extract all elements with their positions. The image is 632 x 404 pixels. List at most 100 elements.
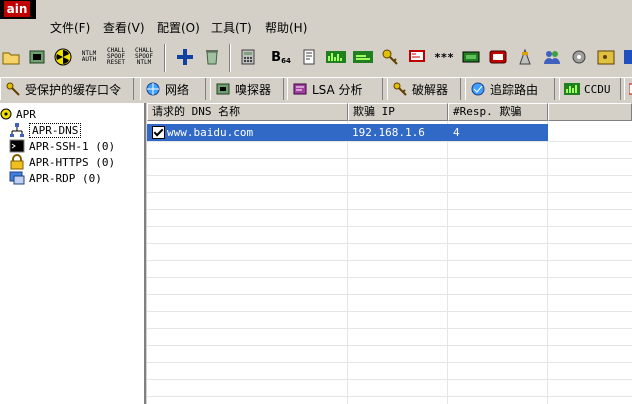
tree-node-apr[interactable]: APR — [0, 106, 36, 122]
tree-node-label: APR-DNS — [29, 122, 82, 138]
tab-ccdu[interactable]: CCDU — [559, 78, 621, 100]
grid-line — [147, 226, 632, 227]
cell-dns-name: www.baidu.com — [167, 126, 254, 139]
grid-line — [147, 209, 632, 210]
token-icon — [489, 50, 507, 64]
tab-protected-storage[interactable]: 受保护的缓存口令 — [0, 78, 134, 100]
wireless-button[interactable] — [460, 46, 482, 68]
menu-tools[interactable]: 工具(T) — [209, 20, 254, 36]
chall-spoof-ntlm-button[interactable]: CHALL SPOOF NTLM — [133, 46, 155, 68]
column-header-dns-name[interactable]: 请求的 DNS 名称 — [147, 103, 348, 121]
cell-spoof-ip: 192.168.1.6 — [352, 126, 425, 139]
tab-more[interactable] — [624, 78, 632, 100]
pc-button[interactable] — [406, 46, 428, 68]
sniffer-lm-button[interactable] — [325, 46, 347, 68]
app-logo: ain — [0, 0, 36, 19]
toolbar-separator — [164, 44, 166, 72]
grid-line — [147, 192, 632, 193]
tab-lsa[interactable]: LSA 分析 — [287, 78, 383, 100]
wireless-card-icon — [462, 51, 480, 63]
plus-icon — [177, 49, 193, 65]
chall-spoof-reset-label: CHALL SPOOF RESET — [106, 47, 126, 66]
ccdu-icon — [564, 83, 580, 95]
monitor-green-icon — [353, 51, 373, 63]
column-header-empty — [548, 103, 632, 121]
tab-traceroute[interactable]: 追踪路由 — [465, 78, 555, 100]
tab-label: CCDU — [584, 82, 611, 96]
menu-file[interactable]: 文件(F) — [48, 20, 92, 36]
sniffer-rdp-button[interactable] — [352, 46, 374, 68]
grid-line — [147, 294, 632, 295]
tower-icon — [519, 48, 531, 65]
folder-icon — [2, 52, 20, 65]
delete-button[interactable] — [201, 46, 223, 68]
key-tool-button[interactable] — [379, 46, 401, 68]
dns-spoof-list: 请求的 DNS 名称 欺骗 IP #Resp. 欺骗 www.baidu.com… — [147, 103, 632, 404]
base64-button[interactable]: B 64 — [270, 46, 292, 68]
network-tree-icon — [10, 123, 24, 137]
network-tool-button[interactable] — [514, 46, 536, 68]
traceroute-icon — [471, 82, 485, 96]
tab-label: LSA 分析 — [312, 82, 363, 97]
password-reveal-button[interactable]: *** — [433, 46, 455, 68]
column-header-resp-spoof[interactable]: #Resp. 欺骗 — [448, 103, 548, 121]
menu-help[interactable]: 帮助(H) — [263, 20, 309, 36]
tab-network[interactable]: 网络 — [140, 78, 206, 100]
pc-icon — [409, 50, 425, 62]
tab-sniffer[interactable]: 嗅探器 — [210, 78, 284, 100]
grid-line — [147, 243, 632, 244]
base64-sub-label: 64 — [281, 57, 291, 65]
open-folder-button[interactable] — [0, 46, 22, 68]
tab-label: 受保护的缓存口令 — [25, 82, 122, 97]
ntlm-auth-button[interactable]: NTLM AUTH — [78, 46, 100, 68]
tab-label: 破解器 — [412, 82, 449, 97]
network-card-button[interactable] — [26, 46, 48, 68]
terminal-icon — [9, 139, 25, 153]
scroll-icon — [303, 49, 315, 65]
radiation-button[interactable] — [52, 46, 74, 68]
key-folder-icon — [597, 50, 615, 65]
row-checkbox[interactable] — [152, 126, 165, 139]
tree-node-apr-ssh[interactable]: APR-SSH-1 (0) — [9, 138, 115, 154]
grid-line — [147, 362, 632, 363]
decoder-button[interactable] — [298, 46, 320, 68]
toolbar-separator — [229, 44, 231, 72]
tab-bar: 受保护的缓存口令 网络 嗅探器 LSA 分析 破解器 追踪路由 CCDU — [0, 77, 632, 102]
key-icon — [382, 49, 398, 65]
tree-node-label: APR — [16, 107, 36, 121]
grid-line — [147, 141, 632, 142]
calculator-icon — [241, 49, 255, 65]
ntlm-auth-label: NTLM AUTH — [81, 50, 97, 63]
cracker-icon — [393, 82, 407, 96]
tree-node-apr-rdp[interactable]: APR-RDP (0) — [9, 170, 102, 186]
grid-line — [147, 311, 632, 312]
grid-line — [147, 379, 632, 380]
tree-node-label: APR-HTTPS (0) — [29, 155, 116, 169]
info-button[interactable] — [622, 46, 632, 68]
app-logo-text: ain — [4, 1, 30, 17]
users-button[interactable] — [541, 46, 563, 68]
table-row[interactable]: www.baidu.com 192.168.1.6 4 — [147, 124, 548, 141]
tab-cracker[interactable]: 破解器 — [387, 78, 461, 100]
radiation-icon — [54, 48, 72, 66]
config-button[interactable] — [595, 46, 617, 68]
column-header-spoof-ip[interactable]: 欺骗 IP — [348, 103, 448, 121]
menu-config[interactable]: 配置(O) — [155, 20, 202, 36]
token-button[interactable] — [487, 46, 509, 68]
grid-line — [147, 260, 632, 261]
tree-node-label: APR-SSH-1 (0) — [29, 139, 116, 153]
add-button[interactable] — [174, 46, 196, 68]
chall-spoof-reset-button[interactable]: CHALL SPOOF RESET — [105, 46, 127, 68]
crypto-button[interactable] — [568, 46, 590, 68]
menu-view[interactable]: 查看(V) — [101, 20, 147, 36]
gears-icon — [572, 50, 586, 64]
tree-node-apr-https[interactable]: APR-HTTPS (0) — [9, 154, 115, 170]
info-icon — [624, 50, 632, 64]
grid-line — [147, 277, 632, 278]
tree-node-apr-dns[interactable]: APR-DNS — [9, 122, 82, 138]
hash-calculator-button[interactable] — [237, 46, 259, 68]
network-card-icon — [29, 50, 45, 64]
spectrum-icon — [326, 51, 346, 63]
chall-spoof-ntlm-label: CHALL SPOOF NTLM — [134, 47, 154, 66]
menu-bar: 文件(F) 查看(V) 配置(O) 工具(T) 帮助(H) — [36, 17, 632, 39]
